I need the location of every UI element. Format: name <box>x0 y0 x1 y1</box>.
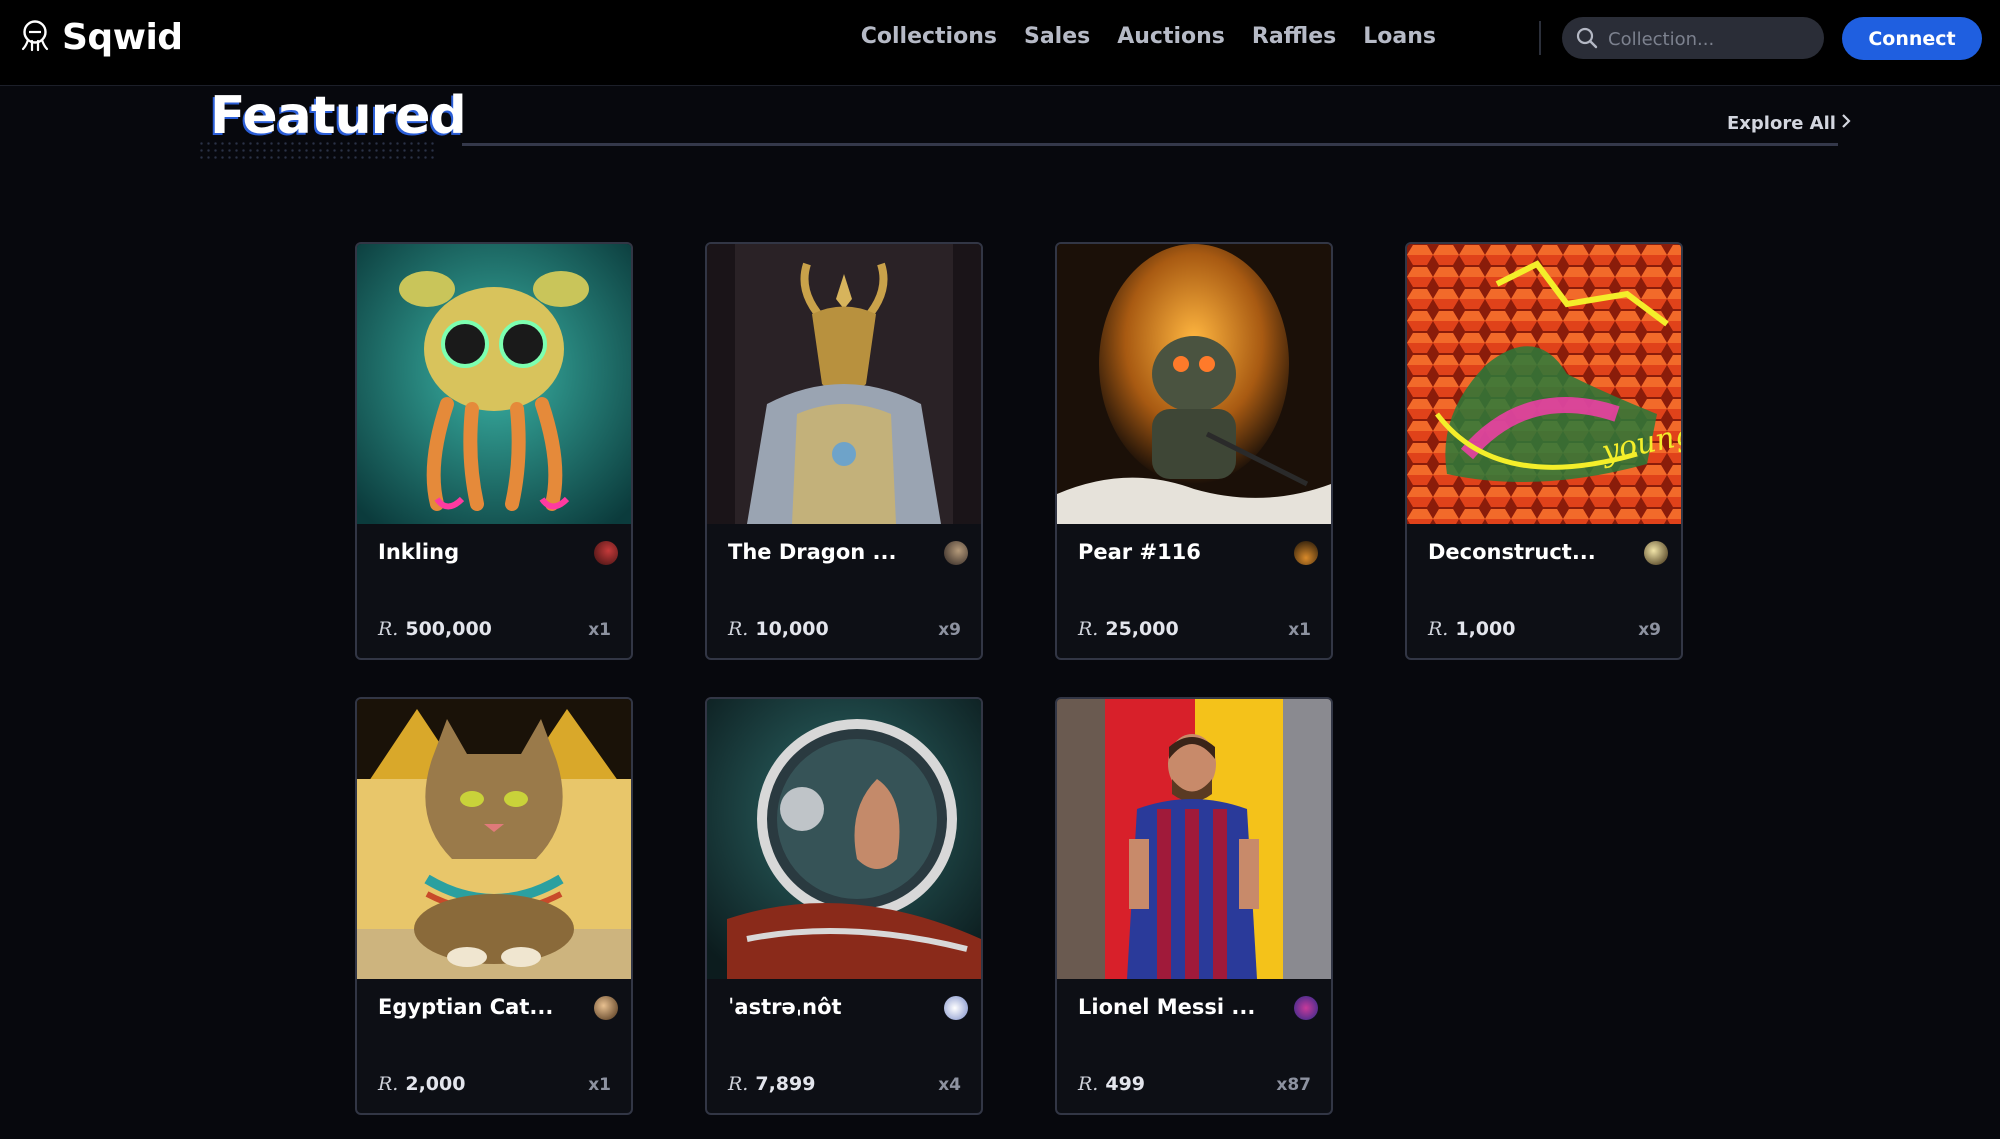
creator-avatar[interactable] <box>594 996 618 1020</box>
currency-symbol: R. <box>728 618 749 640</box>
nft-title: ˈastrəˌnôt <box>728 995 842 1019</box>
section-title: Featured <box>210 86 467 146</box>
search-input[interactable] <box>1606 17 1815 61</box>
price-value: 10,000 <box>755 618 829 640</box>
creator-avatar[interactable] <box>944 541 968 565</box>
nft-quantity: x87 <box>1276 1075 1311 1095</box>
brand-logo[interactable]: Sqwid <box>20 17 183 58</box>
price-value: 1,000 <box>1455 618 1516 640</box>
currency-symbol: R. <box>378 618 399 640</box>
nft-title: Lionel Messi ... <box>1078 995 1256 1019</box>
nft-image <box>357 244 631 524</box>
nft-card[interactable]: Pear #116 R. 25,000 x1 <box>1055 242 1333 660</box>
nft-title: The Dragon ... <box>728 540 897 564</box>
nav-collections[interactable]: Collections <box>861 24 997 49</box>
nft-price: R. 2,000 <box>378 1073 465 1095</box>
nft-card[interactable]: Inkling R. 500,000 x1 <box>355 242 633 660</box>
nft-quantity: x1 <box>588 1075 611 1095</box>
nft-quantity: x9 <box>1638 620 1661 640</box>
nft-price: R. 1,000 <box>1428 618 1515 640</box>
nft-quantity: x4 <box>938 1075 961 1095</box>
nft-title: Deconstruct... <box>1428 540 1596 564</box>
section-divider <box>462 143 1838 146</box>
currency-symbol: R. <box>728 1073 749 1095</box>
nft-card[interactable]: The Dragon ... R. 10,000 x9 <box>705 242 983 660</box>
nft-card[interactable]: Lionel Messi ... R. 499 x87 <box>1055 697 1333 1115</box>
nav-raffles[interactable]: Raffles <box>1252 24 1336 49</box>
nft-image <box>707 699 981 979</box>
nft-price: R. 25,000 <box>1078 618 1179 640</box>
price-value: 499 <box>1105 1073 1146 1095</box>
nav-links: Collections Sales Auctions Raffles Loans <box>861 24 1436 49</box>
creator-avatar[interactable] <box>1644 541 1668 565</box>
nav-sales[interactable]: Sales <box>1024 24 1090 49</box>
nft-quantity: x1 <box>1288 620 1311 640</box>
explore-all-link[interactable]: Explore All <box>1727 113 1851 134</box>
price-value: 7,899 <box>755 1073 816 1095</box>
nft-price: R. 7,899 <box>728 1073 815 1095</box>
price-value: 25,000 <box>1105 618 1179 640</box>
nft-image: young <box>1407 244 1681 524</box>
nav-auctions[interactable]: Auctions <box>1117 24 1225 49</box>
nft-quantity: x9 <box>938 620 961 640</box>
nft-card[interactable]: ˈastrəˌnôt R. 7,899 x4 <box>705 697 983 1115</box>
dot-pattern-decoration <box>198 140 434 162</box>
top-navbar: Sqwid Collections Sales Auctions Raffles… <box>0 0 2000 86</box>
nft-image <box>1057 244 1331 524</box>
creator-avatar[interactable] <box>944 996 968 1020</box>
nft-price: R. 499 <box>1078 1073 1145 1095</box>
chevron-right-icon <box>1841 113 1851 134</box>
currency-symbol: R. <box>378 1073 399 1095</box>
nft-price: R. 10,000 <box>728 618 829 640</box>
creator-avatar[interactable] <box>1294 541 1318 565</box>
nav-loans[interactable]: Loans <box>1363 24 1436 49</box>
nft-title: Egyptian Cat... <box>378 995 554 1019</box>
nav-divider <box>1539 21 1541 55</box>
nft-image <box>1057 699 1331 979</box>
nft-title: Pear #116 <box>1078 540 1201 564</box>
nft-image <box>707 244 981 524</box>
nft-image <box>357 699 631 979</box>
creator-avatar[interactable] <box>1294 996 1318 1020</box>
price-value: 2,000 <box>405 1073 466 1095</box>
creator-avatar[interactable] <box>594 541 618 565</box>
brand-name: Sqwid <box>62 17 183 58</box>
price-value: 500,000 <box>405 618 492 640</box>
explore-all-label: Explore All <box>1727 113 1836 134</box>
nft-card[interactable]: young Deconstruct... R. 1,000 x9 <box>1405 242 1683 660</box>
search-box[interactable] <box>1562 17 1824 61</box>
sqwid-logo-icon <box>20 19 50 56</box>
nft-card[interactable]: Egyptian Cat... R. 2,000 x1 <box>355 697 633 1115</box>
nft-quantity: x1 <box>588 620 611 640</box>
nft-price: R. 500,000 <box>378 618 492 640</box>
currency-symbol: R. <box>1428 618 1449 640</box>
connect-wallet-button[interactable]: Connect <box>1842 17 1982 60</box>
currency-symbol: R. <box>1078 618 1099 640</box>
currency-symbol: R. <box>1078 1073 1099 1095</box>
nft-title: Inkling <box>378 540 460 564</box>
